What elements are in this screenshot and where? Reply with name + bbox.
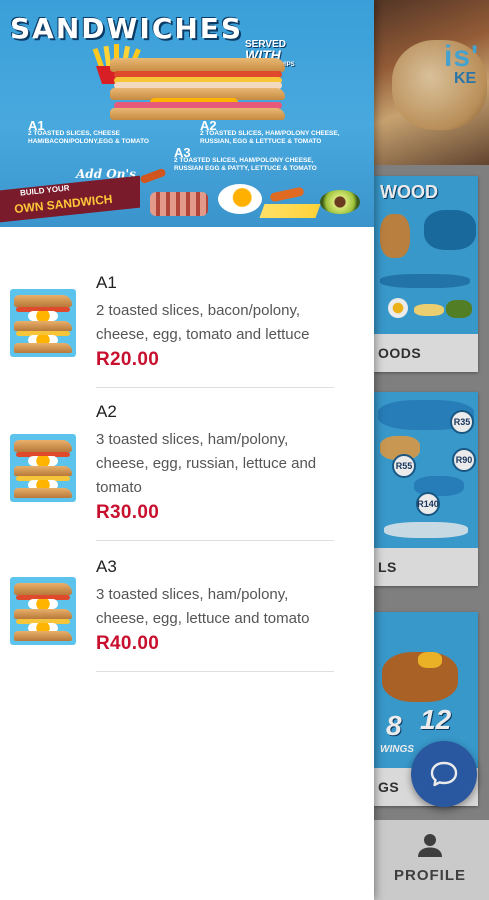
menu-item-list: A1 2 toasted slices, bacon/polony, chees…	[0, 227, 374, 672]
category-drawer: SANDWICHES SERVED WITH REGULAR CHIPS	[0, 0, 374, 900]
menu-item-name: A2	[96, 402, 117, 421]
person-icon	[418, 834, 442, 857]
category-card-image: 8 12 WINGS	[374, 612, 478, 768]
category-card-label: LS	[374, 548, 478, 586]
category-card-title: WOOD	[380, 182, 438, 202]
divider	[96, 671, 334, 672]
background-hero-image: is' KE	[374, 0, 489, 165]
wings-count-12: 12	[420, 704, 452, 735]
sausage-image	[269, 186, 305, 203]
chat-bubble-icon	[430, 761, 458, 787]
bacon-image	[150, 192, 208, 216]
banner-option-desc: 2 TOASTED SLICES, CHEESE HAM/BACON/POLON…	[28, 130, 149, 145]
sandwich-image	[110, 58, 285, 120]
banner-option-desc: 2 TOASTED SLICES, HAM/POLONY CHEESE, RUS…	[200, 130, 340, 145]
egg-image	[218, 184, 262, 214]
price-bubble: R55	[392, 454, 416, 478]
menu-item-name: A3	[96, 557, 117, 576]
menu-item[interactable]: A3 3 toasted slices, ham/polony, cheese,…	[0, 541, 374, 672]
banner-option-desc: 2 TOASTED SLICES, HAM/POLONY CHEESE, RUS…	[174, 157, 317, 172]
hero-brand-text: is'	[444, 40, 480, 73]
wings-label: WINGS	[380, 744, 414, 755]
menu-item-image	[10, 289, 76, 357]
banner-title: SANDWICHES	[10, 12, 244, 45]
nav-tab-profile-label: PROFILE	[393, 867, 466, 884]
category-card-dagwood[interactable]: WOOD OODS	[374, 176, 478, 372]
menu-item-name: A1	[96, 273, 117, 292]
price-bubble: R35	[450, 410, 474, 434]
menu-item-description: 3 toasted slices, ham/polony, cheese, eg…	[96, 431, 317, 496]
menu-item-description: 3 toasted slices, ham/polony, cheese, eg…	[96, 586, 310, 627]
category-card-image: R35 R55 R90 R140	[374, 392, 478, 548]
sandwiches-banner: SANDWICHES SERVED WITH REGULAR CHIPS	[0, 0, 374, 227]
category-card-label: OODS	[374, 334, 478, 372]
menu-item-price: R20.00	[96, 349, 160, 370]
sausage-image	[139, 167, 167, 185]
menu-item-price: R30.00	[96, 502, 160, 523]
cheese-image	[259, 204, 321, 218]
nav-tab-profile[interactable]: PROFILE	[388, 832, 472, 884]
menu-item-image	[10, 577, 76, 645]
chat-button[interactable]	[411, 741, 477, 807]
wings-count-8: 8	[386, 710, 402, 741]
hero-brand-text-2: KE	[454, 70, 477, 87]
category-card-image: WOOD	[374, 176, 478, 334]
category-card-specials[interactable]: R35 R55 R90 R140 LS	[374, 392, 478, 586]
price-bubble: R140	[416, 492, 440, 516]
menu-item[interactable]: A1 2 toasted slices, bacon/polony, chees…	[0, 227, 374, 388]
menu-item-image	[10, 434, 76, 502]
menu-item[interactable]: A2 3 toasted slices, ham/polony, cheese,…	[0, 388, 374, 541]
avocado-image	[320, 190, 360, 214]
price-bubble: R90	[452, 448, 476, 472]
menu-item-description: 2 toasted slices, bacon/polony, cheese, …	[96, 302, 310, 343]
menu-item-price: R40.00	[96, 633, 160, 654]
bottom-navigation: PROFILE	[374, 820, 489, 900]
